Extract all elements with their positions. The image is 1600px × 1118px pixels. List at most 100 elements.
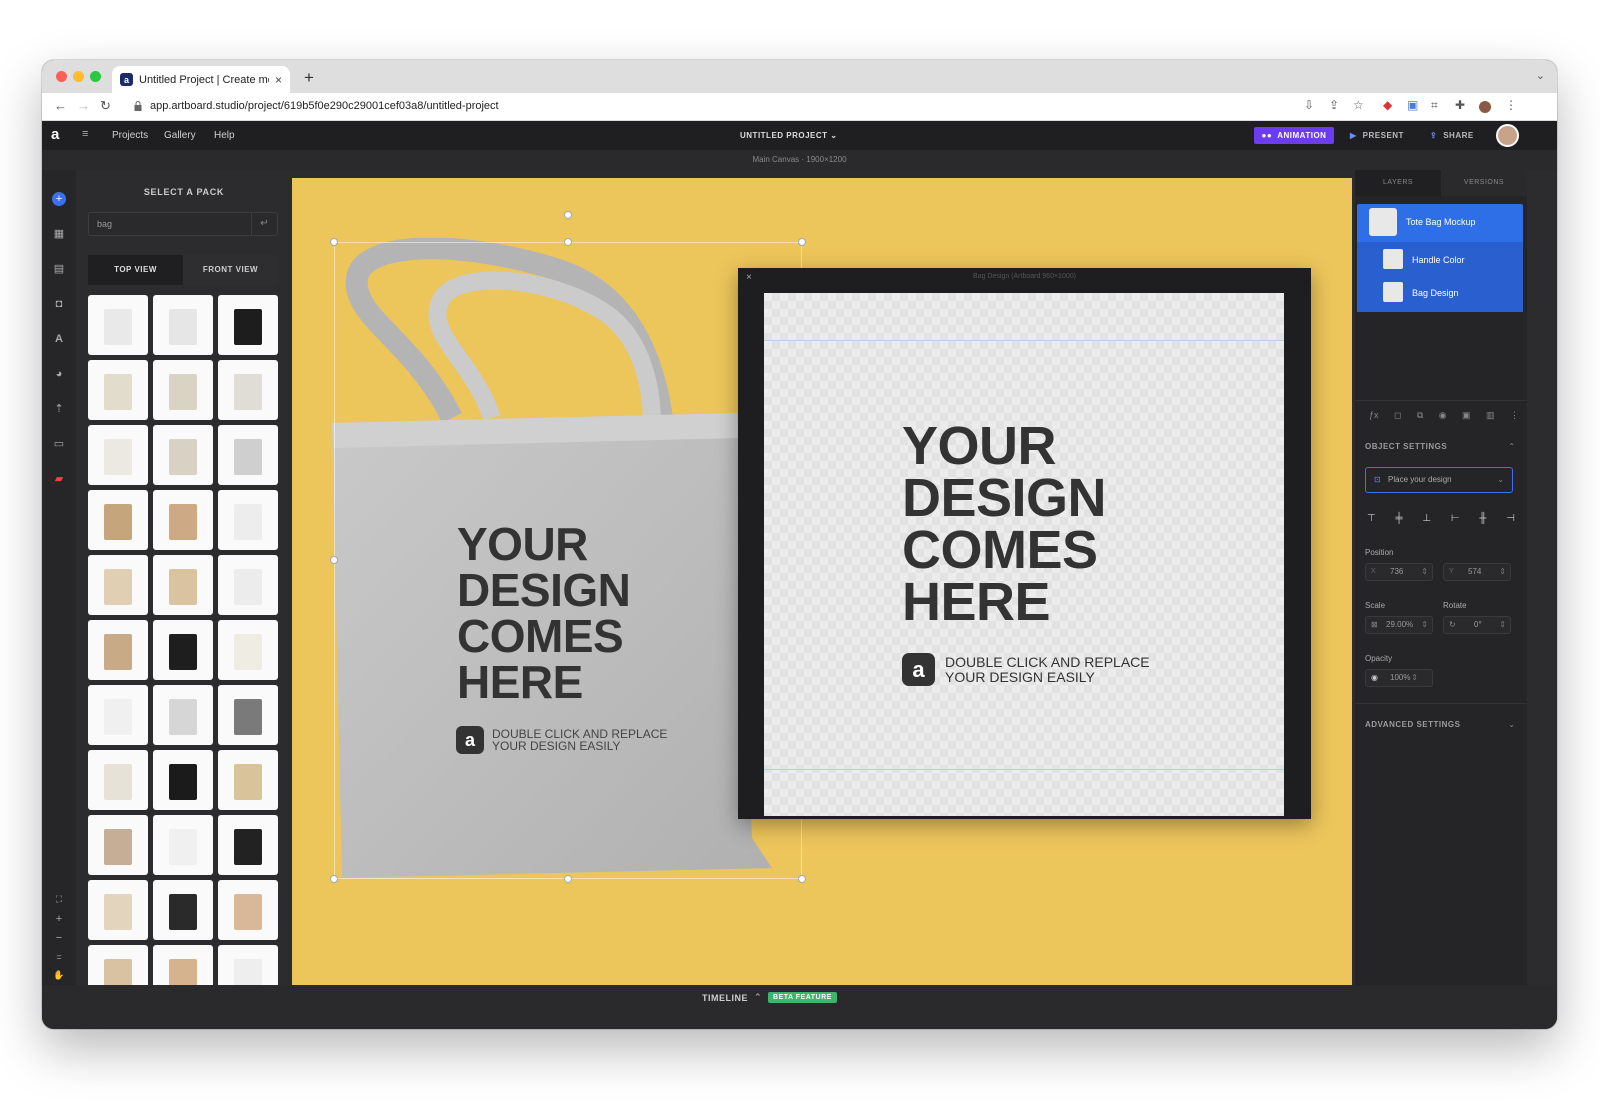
pack-thumbnail[interactable] (153, 750, 213, 810)
pack-thumbnail[interactable] (153, 490, 213, 550)
mask-icon[interactable]: ◻ (1394, 410, 1401, 424)
pack-thumbnail[interactable] (88, 750, 148, 810)
back-icon[interactable]: ← (54, 98, 67, 113)
resize-handle[interactable] (564, 238, 572, 246)
pack-thumbnail[interactable] (88, 880, 148, 940)
visibility-icon[interactable]: ◉ (1439, 410, 1447, 424)
zoom-in-icon[interactable]: + (52, 912, 66, 926)
pack-thumbnail[interactable] (153, 620, 213, 680)
extension-color-icon[interactable]: ◆ (1383, 98, 1392, 112)
menu-gallery[interactable]: Gallery (164, 130, 196, 141)
layer-bag-design[interactable]: Bag Design (1412, 288, 1459, 298)
duplicate-icon[interactable]: ⧉ (1417, 410, 1423, 424)
install-icon[interactable]: ⇩ (1304, 98, 1314, 112)
share-page-icon[interactable]: ⇪ (1329, 98, 1339, 112)
pack-thumbnail[interactable] (88, 295, 148, 355)
present-button[interactable]: ▶ PRESENT (1350, 127, 1404, 144)
collapse-icon[interactable]: ⌃ (1508, 442, 1515, 451)
tab-versions[interactable]: VERSIONS (1441, 170, 1527, 196)
new-tab-button[interactable]: + (304, 68, 314, 88)
chevron-down-icon[interactable]: ⌄ (1536, 69, 1545, 82)
scale-field[interactable]: ⊠ 29.00% ⇕ (1365, 616, 1433, 634)
position-y-field[interactable]: Y 574 ⇕ (1443, 563, 1511, 581)
resize-handle[interactable] (798, 238, 806, 246)
resize-handle[interactable] (330, 875, 338, 883)
align-center-icon[interactable]: ╫ (1479, 513, 1486, 524)
reset-zoom-icon[interactable]: = (52, 950, 66, 964)
user-avatar[interactable] (1496, 124, 1519, 147)
align-bottom-icon[interactable]: ⊥ (1422, 513, 1431, 524)
add-icon[interactable]: + (52, 192, 66, 206)
advanced-settings-title[interactable]: ADVANCED SETTINGS (1365, 720, 1460, 729)
pack-thumbnail[interactable] (153, 360, 213, 420)
pack-thumbnail[interactable] (153, 555, 213, 615)
screen-icon[interactable]: ▭ (52, 437, 66, 451)
close-tab-icon[interactable]: × (275, 73, 282, 87)
opacity-field[interactable]: ◉ 100% ⇕ (1365, 669, 1433, 687)
pack-thumbnail[interactable] (153, 880, 213, 940)
hand-icon[interactable]: ✋ (52, 968, 66, 982)
close-window-icon[interactable] (56, 71, 67, 82)
pack-thumbnail[interactable] (153, 815, 213, 875)
pack-thumbnail[interactable] (88, 945, 148, 985)
align-middle-icon[interactable]: ╪ (1396, 513, 1403, 524)
resize-handle[interactable] (330, 238, 338, 246)
mockups-icon[interactable]: ▦ (52, 227, 66, 241)
place-design-dropdown[interactable]: ⊡ Place your design ⌄ (1365, 467, 1513, 493)
pack-thumbnail[interactable] (218, 360, 278, 420)
tab-layers[interactable]: LAYERS (1355, 170, 1441, 196)
maximize-window-icon[interactable] (90, 71, 101, 82)
rotate-handle[interactable] (564, 211, 572, 219)
pack-thumbnail[interactable] (218, 880, 278, 940)
app-logo[interactable]: a (51, 126, 59, 143)
hamburger-icon[interactable]: ≡ (82, 128, 88, 140)
pack-thumbnail[interactable] (88, 815, 148, 875)
pack-thumbnail[interactable] (88, 555, 148, 615)
pack-thumbnail[interactable] (218, 490, 278, 550)
align-right-icon[interactable]: ⊣ (1506, 513, 1515, 524)
browser-tab[interactable]: a Untitled Project | Create mock × (112, 66, 290, 93)
more-vertical-icon[interactable]: ⋮ (1505, 98, 1517, 112)
enter-icon[interactable]: ↵ (251, 213, 277, 235)
pack-thumbnail[interactable] (218, 750, 278, 810)
pack-thumbnail[interactable] (218, 555, 278, 615)
delete-icon[interactable]: ▥ (1486, 410, 1495, 424)
menu-help[interactable]: Help (214, 130, 235, 141)
camera-icon[interactable]: ◘ (52, 297, 66, 311)
shapes-icon[interactable]: ◕ (52, 367, 66, 381)
resize-handle[interactable] (330, 556, 338, 564)
animation-button[interactable]: ●● ANIMATION (1254, 127, 1334, 144)
layer-tote-bag-mockup[interactable]: Tote Bag Mockup (1406, 217, 1476, 227)
menu-projects[interactable]: Projects (112, 130, 148, 141)
reload-icon[interactable]: ↻ (100, 98, 111, 114)
puzzle-icon[interactable]: ✚ (1455, 98, 1465, 112)
main-canvas[interactable]: YOUR DESIGN COMES HERE a DOUBLE CLICK AN… (292, 178, 1352, 985)
pack-thumbnail[interactable] (218, 945, 278, 985)
pack-thumbnail[interactable] (88, 685, 148, 745)
pack-thumbnail[interactable] (218, 685, 278, 745)
position-x-field[interactable]: X 736 ⇕ (1365, 563, 1433, 581)
share-button[interactable]: ⇪ SHARE (1430, 127, 1474, 144)
screenshot-icon[interactable]: ⌗ (1431, 98, 1438, 113)
profile-avatar[interactable] (1479, 101, 1491, 113)
forward-icon[interactable]: → (77, 98, 90, 113)
pack-thumbnail[interactable] (218, 620, 278, 680)
pack-thumbnail[interactable] (218, 425, 278, 485)
zoom-out-icon[interactable]: − (52, 931, 66, 945)
scenes-icon[interactable]: ▤ (52, 262, 66, 276)
upload-icon[interactable]: ⇡ (52, 402, 66, 416)
lock-icon[interactable]: ▣ (1462, 410, 1471, 424)
pack-thumbnail[interactable] (88, 425, 148, 485)
resize-handle[interactable] (798, 875, 806, 883)
expand-icon[interactable]: ⌄ (1508, 720, 1515, 729)
pack-thumbnail[interactable] (88, 360, 148, 420)
url-field[interactable]: app.artboard.studio/project/619b5f0e290c… (150, 100, 499, 112)
effects-icon[interactable]: ƒx (1369, 410, 1379, 424)
extension-blue-icon[interactable]: ▣ (1407, 98, 1418, 112)
pack-thumbnail[interactable] (153, 945, 213, 985)
minimize-window-icon[interactable] (73, 71, 84, 82)
timeline-toggle[interactable]: TIMELINE ⌃ BETA FEATURE (702, 992, 837, 1003)
pack-thumbnail[interactable] (88, 490, 148, 550)
pack-thumbnail[interactable] (153, 295, 213, 355)
layer-handle-color[interactable]: Handle Color (1412, 255, 1465, 265)
